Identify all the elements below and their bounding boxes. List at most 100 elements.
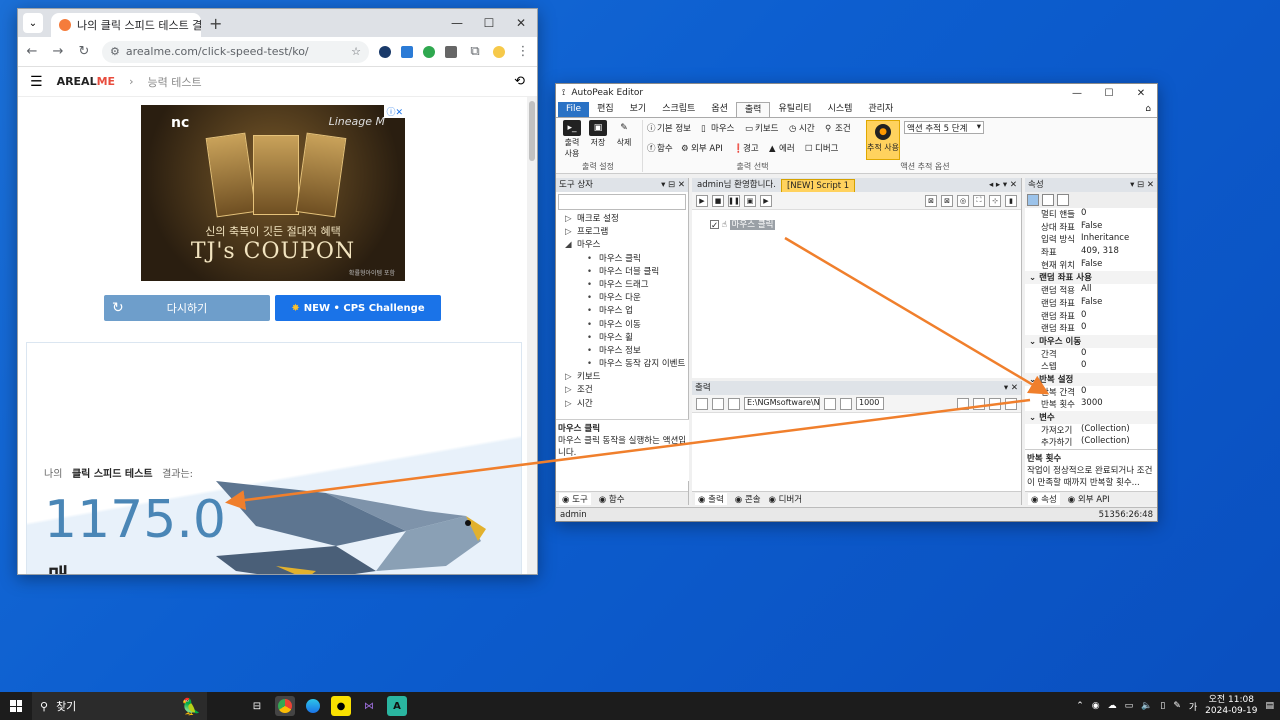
- refresh-icon[interactable]: [1005, 397, 1017, 410]
- output-use-button[interactable]: ▸_ 출력 사용: [560, 120, 584, 159]
- toolbox-item[interactable]: • 마우스 업: [559, 304, 688, 317]
- eraser-icon[interactable]: [840, 397, 852, 410]
- pin-icon[interactable]: [957, 397, 969, 410]
- menu-view[interactable]: 보기: [622, 102, 655, 117]
- toolbox-item[interactable]: • 마우스 클릭: [559, 252, 688, 265]
- retry-button[interactable]: ↻ 다시하기: [104, 295, 270, 321]
- property-pages-icon[interactable]: [1057, 194, 1069, 206]
- debug-toggle[interactable]: ☐ 디버그: [805, 142, 838, 154]
- language-icon[interactable]: 가: [1189, 700, 1197, 713]
- extension-icon[interactable]: [445, 45, 457, 58]
- time-toggle[interactable]: ◷ 시간: [789, 122, 815, 134]
- back-icon[interactable]: ←: [24, 44, 40, 59]
- kakaotalk-icon[interactable]: ●: [331, 696, 351, 716]
- toolbox-item[interactable]: ▷ 매크로 설정: [559, 212, 688, 225]
- property-category[interactable]: ⌄ 마우스 이동: [1025, 334, 1157, 348]
- profile-avatar[interactable]: [493, 45, 505, 58]
- script-action-mouse-click[interactable]: ✓ ☝ 마우스 클릭: [710, 218, 776, 231]
- property-category[interactable]: ⌄ 변수: [1025, 411, 1157, 424]
- tab-debugger[interactable]: ◉ 디버거: [769, 493, 803, 505]
- toolbox-item[interactable]: • 마우스 휠: [559, 331, 688, 344]
- tab-functions[interactable]: ◉ 함수: [599, 493, 625, 505]
- history-icon[interactable]: ⟲: [514, 74, 525, 89]
- toolbox-item[interactable]: • 마우스 이동: [559, 318, 688, 331]
- ad-choices-icon[interactable]: ⓘ✕: [384, 105, 405, 118]
- toolbox-item[interactable]: ▷ 조건: [559, 383, 688, 396]
- site-logo[interactable]: AREALME: [57, 75, 116, 88]
- toolbox-search-input[interactable]: [558, 194, 686, 210]
- menu-admin[interactable]: 관리자: [860, 102, 901, 117]
- network-icon[interactable]: ▭: [1125, 701, 1134, 711]
- start-button[interactable]: [0, 692, 32, 720]
- paint-bucket-icon[interactable]: [989, 397, 1001, 410]
- tray-app-icon[interactable]: ◉: [1092, 701, 1100, 711]
- property-row[interactable]: 스텝 0: [1025, 360, 1157, 373]
- error-toggle[interactable]: ▲ 에러: [769, 142, 795, 154]
- folder-icon[interactable]: [728, 397, 740, 410]
- toolbox-item[interactable]: • 마우스 드래그: [559, 278, 688, 291]
- hamburger-menu-icon[interactable]: ☰: [30, 74, 43, 90]
- bookmark-star-icon[interactable]: ☆: [351, 45, 361, 58]
- menu-utility[interactable]: 유틸리티: [770, 102, 819, 117]
- output-path-input[interactable]: E:\NGMsoftware\NG: [744, 397, 820, 410]
- filter-icon[interactable]: [824, 397, 836, 410]
- toolbox-item[interactable]: • 마우스 정보: [559, 344, 688, 357]
- play-icon[interactable]: ▶: [696, 194, 708, 207]
- toolbox-item[interactable]: • 마우스 동작 감지 이벤트: [559, 357, 688, 370]
- property-row[interactable]: 좌표 409, 318: [1025, 246, 1157, 259]
- alphabetical-icon[interactable]: [1042, 194, 1054, 206]
- property-row[interactable]: 현재 위치 False: [1025, 259, 1157, 272]
- close-button[interactable]: ✕: [1125, 84, 1157, 102]
- visual-studio-icon[interactable]: ⋈: [359, 696, 379, 716]
- step-icon[interactable]: ▣: [744, 194, 756, 207]
- autopeak-taskbar-icon[interactable]: A: [387, 696, 407, 716]
- pause-icon[interactable]: ❚❚: [728, 194, 740, 207]
- panel-controls-icon[interactable]: ▾ ⊟ ✕: [661, 178, 685, 192]
- extension-icon[interactable]: [379, 45, 391, 58]
- reload-icon[interactable]: ↻: [76, 44, 92, 59]
- breadcrumb[interactable]: 능력 테스트: [147, 74, 201, 90]
- function-toggle[interactable]: ⓕ함수: [647, 142, 673, 154]
- menu-output[interactable]: 출력: [735, 102, 771, 117]
- fullscreen-icon[interactable]: ⛶: [973, 194, 985, 207]
- stop-icon[interactable]: ■: [712, 194, 724, 207]
- extensions-puzzle-icon[interactable]: ⧉: [467, 44, 483, 59]
- menu-file[interactable]: File: [558, 102, 590, 117]
- site-info-icon[interactable]: ⚙: [110, 45, 120, 58]
- property-row[interactable]: 입력 방식 Inheritance: [1025, 233, 1157, 246]
- new-tab-button[interactable]: +: [209, 14, 222, 33]
- step-play-icon[interactable]: ▶: [760, 194, 772, 207]
- line-limit-input[interactable]: 1000: [856, 397, 884, 410]
- tray-overflow-icon[interactable]: ⌃: [1076, 701, 1084, 711]
- edge-icon[interactable]: [303, 696, 323, 716]
- task-view-icon[interactable]: ⊟: [247, 696, 267, 716]
- property-row[interactable]: 멀티 핸들 0: [1025, 208, 1157, 221]
- extension-icon[interactable]: [401, 45, 413, 58]
- cloud-icon[interactable]: ☁: [1108, 701, 1117, 711]
- basic-info-toggle[interactable]: ⓘ기본 정보: [647, 122, 691, 134]
- menu-script[interactable]: 스크립트: [654, 102, 703, 117]
- maximize-button[interactable]: ☐: [1093, 84, 1125, 102]
- property-row[interactable]: 랜덤 적용 All: [1025, 284, 1157, 297]
- categorized-icon[interactable]: [1027, 194, 1039, 206]
- property-row[interactable]: 반복 간격 0: [1025, 386, 1157, 399]
- pen-icon[interactable]: ✎: [1173, 701, 1181, 711]
- browser-tab[interactable]: 나의 클릭 스피드 테스트 결과는 ✕: [51, 13, 201, 37]
- toolbox-item[interactable]: ▷ 프로그램: [559, 225, 688, 238]
- address-bar[interactable]: ⚙ arealme.com/click-speed-test/ko/ ☆: [102, 40, 369, 63]
- property-row[interactable]: 반복 횟수 3000: [1025, 398, 1157, 411]
- property-row[interactable]: 랜덤 좌표 0: [1025, 310, 1157, 323]
- tab-external-api[interactable]: ◉ 외부 API: [1068, 493, 1110, 505]
- close-button[interactable]: ✕: [505, 9, 537, 37]
- tab-properties[interactable]: ◉ 속성: [1028, 492, 1060, 505]
- property-category[interactable]: ⌄ 랜덤 좌표 사용: [1025, 271, 1157, 285]
- menu-options[interactable]: 옵션: [703, 102, 736, 117]
- more-menu-icon[interactable]: ⋮: [515, 44, 531, 59]
- condition-toggle[interactable]: ⚲ 조건: [825, 122, 851, 134]
- property-row[interactable]: 랜덤 좌표 0: [1025, 322, 1157, 335]
- menu-edit[interactable]: 편집: [589, 102, 622, 117]
- advertisement-banner[interactable]: nc Lineage M 신의 축복이 깃든 절대적 혜택 TJ's COUPO…: [141, 105, 405, 281]
- tab-tools[interactable]: ◉ 도구: [559, 492, 591, 505]
- collapse-icon[interactable]: ⊹: [989, 194, 1001, 207]
- maximize-button[interactable]: ☐: [473, 9, 505, 37]
